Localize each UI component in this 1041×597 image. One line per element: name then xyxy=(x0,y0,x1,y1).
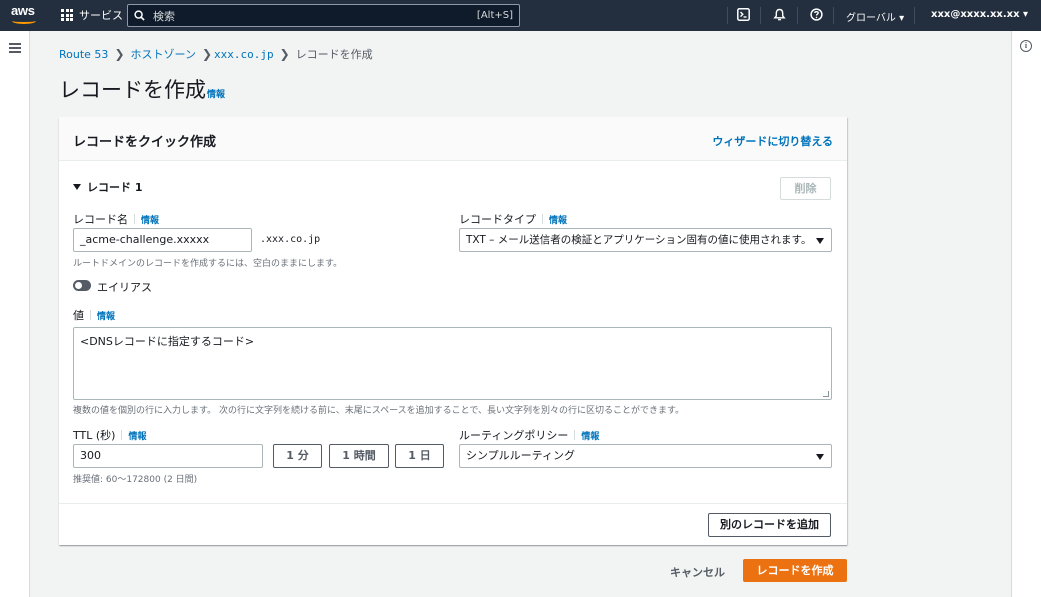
value-label-group: 値 情報 xyxy=(73,307,115,323)
record-type-info-link[interactable]: 情報 xyxy=(549,213,567,226)
value-info-link[interactable]: 情報 xyxy=(97,309,115,322)
left-navigation-rail xyxy=(0,31,30,597)
aws-smile-icon xyxy=(12,18,36,24)
hamburger-menu-icon[interactable] xyxy=(9,43,21,53)
record-name-hint: ルートドメインのレコードを作成するには、空白のままにします。 xyxy=(73,259,343,269)
record-name-label: レコード名 xyxy=(73,213,128,226)
label-divider xyxy=(134,214,135,224)
value-label: 値 xyxy=(73,309,84,322)
breadcrumb-current: レコードを作成 xyxy=(295,48,373,61)
page-title: レコードを作成 xyxy=(59,78,206,102)
ttl-1-day-button[interactable]: 1 日 xyxy=(395,444,444,468)
record-header-label: レコード 1 xyxy=(87,181,143,194)
ttl-1-hour-button[interactable]: 1 時間 xyxy=(329,444,389,468)
record-type-value: TXT – メール送信者の検証とアプリケーション固有の値に使用されます。 xyxy=(466,234,812,246)
caret-down-icon xyxy=(816,454,824,460)
add-another-record-button[interactable]: 別のレコードを追加 xyxy=(708,513,831,537)
ttl-hint: 推奨値: 60～172800 (2 日間) xyxy=(73,475,198,485)
services-menu-button[interactable]: サービス xyxy=(61,7,123,23)
alias-label: エイリアス xyxy=(97,281,152,294)
aws-logo-text: aws xyxy=(11,3,35,18)
ttl-input[interactable]: 300 xyxy=(73,444,263,468)
nav-divider xyxy=(797,7,798,24)
record-type-label-group: レコードタイプ 情報 xyxy=(459,211,567,227)
nav-divider xyxy=(727,7,728,24)
nav-divider xyxy=(833,7,834,24)
record-name-input[interactable]: _acme-challenge.xxxxx xyxy=(73,228,252,252)
region-selector[interactable]: グローバル ▾ xyxy=(846,9,904,24)
panel-header: レコードをクイック作成 ウィザードに切り替える xyxy=(59,117,847,161)
value-hint: 複数の値を個別の行に入力します。 次の行に文字列を続ける前に、末尾にスペースを追… xyxy=(73,406,685,416)
record-name-label-group: レコード名 情報 xyxy=(73,211,159,227)
cloudshell-icon[interactable] xyxy=(736,8,750,22)
search-input[interactable]: 検索 [Alt+S] xyxy=(127,4,520,27)
ttl-label-group: TTL (秒) 情報 xyxy=(73,427,146,443)
panel-divider xyxy=(59,503,847,504)
record-type-label: レコードタイプ xyxy=(459,213,536,226)
create-records-button[interactable]: レコードを作成 xyxy=(743,559,847,582)
aws-logo[interactable]: aws xyxy=(11,3,39,25)
caret-down-icon xyxy=(73,184,81,190)
record-expand-toggle[interactable]: レコード 1 xyxy=(73,179,142,195)
ttl-label: TTL (秒) xyxy=(73,429,116,442)
right-tools-rail: i xyxy=(1011,31,1041,597)
grid-icon xyxy=(61,9,73,21)
routing-label: ルーティングポリシー xyxy=(459,429,569,442)
bell-icon[interactable] xyxy=(772,8,786,22)
delete-record-button[interactable]: 削除 xyxy=(780,177,831,200)
label-divider xyxy=(542,214,543,224)
help-icon[interactable] xyxy=(809,8,823,22)
ttl-1-minute-button[interactable]: 1 分 xyxy=(273,444,322,468)
record-name-info-link[interactable]: 情報 xyxy=(141,213,159,226)
chevron-right-icon: ❯ xyxy=(279,47,290,61)
chevron-right-icon: ❯ xyxy=(114,47,125,61)
breadcrumb-hosted-zones[interactable]: ホストゾーン xyxy=(131,46,196,62)
account-menu[interactable]: xxx@xxxx.xx.xx ▾ xyxy=(931,9,1028,20)
nav-divider xyxy=(914,7,915,24)
info-panel-icon[interactable]: i xyxy=(1020,40,1032,52)
search-icon xyxy=(134,10,145,21)
panel-title: レコードをクイック作成 xyxy=(73,135,217,150)
routing-label-group: ルーティングポリシー 情報 xyxy=(459,427,599,443)
quick-create-panel: レコードをクイック作成 ウィザードに切り替える レコード 1 削除 レコード名 … xyxy=(59,117,847,545)
caret-down-icon xyxy=(816,238,824,244)
breadcrumb-route53[interactable]: Route 53 xyxy=(59,48,108,61)
ttl-info-link[interactable]: 情報 xyxy=(128,429,146,442)
routing-policy-select[interactable]: シンプルルーティング xyxy=(459,444,832,468)
label-divider xyxy=(121,430,123,440)
top-navigation-bar: aws サービス 検索 [Alt+S] グローバル ▾ xxx@xxxx.xx.… xyxy=(0,0,1041,31)
value-text: <DNSレコードに指定するコード> xyxy=(80,335,255,348)
resize-handle-icon[interactable] xyxy=(823,391,829,397)
breadcrumb-zone[interactable]: xxx.co.jp xyxy=(214,48,274,61)
breadcrumb: Route 53 ❯ ホストゾーン ❯ xxx.co.jp ❯ レコードを作成 xyxy=(59,46,373,62)
record-type-select[interactable]: TXT – メール送信者の検証とアプリケーション固有の値に使用されます。 xyxy=(459,228,832,252)
toggle-knob xyxy=(75,282,82,289)
cancel-button[interactable]: キャンセル xyxy=(670,564,725,580)
routing-value: シンプルルーティング xyxy=(466,449,576,462)
alias-toggle[interactable] xyxy=(73,280,91,291)
switch-to-wizard-link[interactable]: ウィザードに切り替える xyxy=(712,133,833,149)
page-info-link[interactable]: 情報 xyxy=(207,87,225,100)
nav-divider xyxy=(760,7,761,24)
search-placeholder: 検索 xyxy=(153,9,175,23)
domain-suffix: .xxx.co.jp xyxy=(260,234,321,245)
label-divider xyxy=(90,310,91,320)
chevron-right-icon: ❯ xyxy=(201,47,213,61)
services-label: サービス xyxy=(79,9,123,22)
search-shortcut: [Alt+S] xyxy=(476,10,513,21)
value-textarea[interactable]: <DNSレコードに指定するコード> xyxy=(73,327,832,400)
label-divider xyxy=(574,430,576,440)
routing-info-link[interactable]: 情報 xyxy=(581,429,599,442)
